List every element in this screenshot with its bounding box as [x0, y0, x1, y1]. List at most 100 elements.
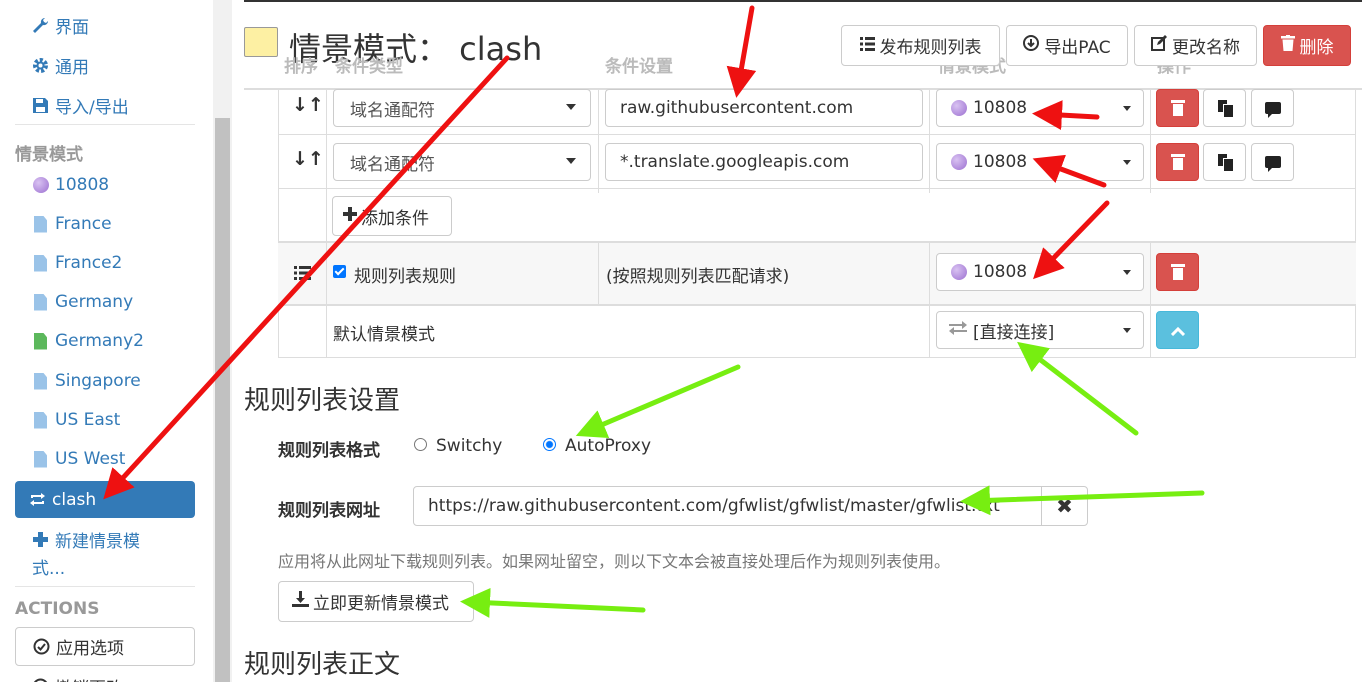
- discard-changes-button[interactable]: 撤销更改: [32, 674, 123, 682]
- rulelist-rule-desc: (按照规则列表匹配请求): [606, 267, 790, 287]
- sidebar-item-general[interactable]: 通用: [32, 53, 89, 78]
- sidebar-item-label: clash: [52, 489, 97, 510]
- table-col-line: [1150, 243, 1151, 304]
- profile-color-swatch[interactable]: [244, 27, 278, 57]
- actions-header: ACTIONS: [15, 599, 100, 619]
- sidebar-profile-clash[interactable]: clash: [15, 481, 195, 518]
- rulelist-url-input[interactable]: https://raw.githubusercontent.com/gfwlis…: [413, 486, 1042, 526]
- rename-profile-label: 更改名称: [1172, 38, 1240, 58]
- file-icon: [32, 372, 49, 390]
- condition-input[interactable]: *.translate.googleapis.com: [605, 143, 923, 181]
- trash-icon: [1170, 264, 1185, 280]
- globe-icon: [951, 264, 967, 280]
- chevron-down-icon: [1123, 160, 1131, 165]
- globe-icon: [951, 154, 967, 170]
- sidebar: 界面 通用 导入/导出 情景模式 10808 France France2 Ge…: [0, 0, 213, 682]
- chevron-down-icon: [1123, 106, 1131, 111]
- format-switchy-label[interactable]: Switchy: [436, 436, 502, 456]
- rulelist-settings-heading: 规则列表设置: [244, 386, 401, 416]
- condition-input[interactable]: raw.githubusercontent.com: [605, 89, 923, 127]
- sidebar-scroll-thumb[interactable]: [215, 118, 230, 682]
- sidebar-item-import-export[interactable]: 导入/导出: [32, 93, 129, 118]
- rulelist-profile-select[interactable]: 10808: [936, 253, 1144, 291]
- result-profile-select[interactable]: 10808: [936, 89, 1144, 127]
- table-row-line: [278, 188, 1356, 189]
- options-page: 界面 通用 导入/导出 情景模式 10808 France France2 Ge…: [0, 0, 1362, 682]
- table-col-line: [929, 88, 930, 193]
- default-profile-select[interactable]: [直接连接]: [936, 311, 1144, 349]
- sidebar-item-label: Germany2: [55, 331, 144, 351]
- sidebar-profile-singapore[interactable]: Singapore: [32, 371, 141, 391]
- export-pac-button[interactable]: 导出PAC: [1006, 25, 1128, 66]
- new-profile-label: 新建情景模: [55, 532, 140, 552]
- sidebar-item-label: Germany: [55, 292, 134, 312]
- result-profile-select[interactable]: 10808: [936, 143, 1144, 181]
- sidebar-profile-10808[interactable]: 10808: [32, 175, 109, 195]
- trash-icon: [1170, 100, 1185, 116]
- clear-url-button[interactable]: ✖: [1041, 486, 1088, 526]
- note-rule-button[interactable]: [1251, 143, 1294, 181]
- delete-rulelist-button[interactable]: [1156, 253, 1199, 291]
- collapse-button[interactable]: [1156, 311, 1199, 349]
- profiles-header: 情景模式: [15, 145, 83, 165]
- rename-profile-button[interactable]: 更改名称: [1134, 25, 1257, 66]
- condition-type-select[interactable]: 域名通配符: [333, 89, 591, 127]
- result-profile-value: 10808: [973, 152, 1028, 172]
- apply-options-button[interactable]: 应用选项: [15, 627, 195, 666]
- rulelist-format-label: 规则列表格式: [278, 441, 380, 461]
- default-profile-value: [直接连接]: [973, 322, 1055, 343]
- delete-rule-button[interactable]: [1156, 143, 1199, 181]
- export-pac-label: 导出PAC: [1044, 38, 1111, 58]
- add-condition-label: 添加条件: [361, 208, 429, 229]
- condition-type-select[interactable]: 域名通配符: [333, 143, 591, 181]
- sidebar-item-label: Singapore: [55, 371, 141, 391]
- sidebar-profile-france[interactable]: France: [32, 214, 112, 234]
- format-autoproxy-radio[interactable]: [543, 438, 556, 451]
- sort-handle-icon[interactable]: ↓↑: [292, 94, 324, 116]
- sidebar-profile-germany[interactable]: Germany: [32, 292, 133, 312]
- sidebar-item-label: 界面: [55, 18, 89, 38]
- add-condition-button[interactable]: 添加条件: [332, 196, 452, 236]
- sidebar-item-label: France2: [55, 253, 123, 273]
- sidebar-profile-us-east[interactable]: US East: [32, 410, 120, 430]
- sidebar-item-interface[interactable]: 界面: [32, 13, 89, 38]
- chevron-down-icon: [566, 104, 576, 110]
- undo-icon: [32, 678, 49, 682]
- table-col-line: [326, 88, 327, 358]
- new-profile-label-cont[interactable]: 式...: [32, 554, 65, 579]
- sidebar-profile-germany2[interactable]: Germany2: [32, 331, 144, 351]
- rulelist-help-text: 应用将从此网址下载规则列表。如果网址留空，则以下文本会被直接处理后作为规则列表使…: [278, 552, 951, 571]
- page-title: 情景模式： clash: [289, 30, 543, 68]
- chevron-down-icon: [1123, 328, 1131, 333]
- sort-handle-icon[interactable]: ↓↑: [292, 148, 324, 170]
- rulelist-enable-checkbox[interactable]: [333, 265, 346, 278]
- format-switchy-radio[interactable]: [414, 438, 427, 451]
- chevron-down-icon: [1123, 270, 1131, 275]
- col-header-sort: 排序: [284, 57, 318, 77]
- table-col-line: [598, 88, 599, 193]
- sidebar-profile-france2[interactable]: France2: [32, 253, 122, 273]
- delete-profile-button[interactable]: 删除: [1263, 25, 1351, 66]
- clone-rule-button[interactable]: [1203, 143, 1246, 181]
- format-autoproxy-label[interactable]: AutoProxy: [565, 436, 651, 456]
- switch-icon: [29, 491, 46, 508]
- sidebar-divider: [15, 124, 195, 125]
- clone-rule-button[interactable]: [1203, 89, 1246, 127]
- publish-rulelist-button[interactable]: 发布规则列表: [841, 25, 1000, 66]
- sidebar-item-label: 通用: [55, 58, 89, 78]
- note-rule-button[interactable]: [1251, 89, 1294, 127]
- sidebar-divider: [15, 586, 195, 587]
- sidebar-profile-us-west[interactable]: US West: [32, 449, 125, 469]
- chevron-up-icon: [1170, 321, 1185, 340]
- delete-rule-button[interactable]: [1156, 89, 1199, 127]
- file-icon: [32, 215, 49, 233]
- update-profile-button[interactable]: 立即更新情景模式: [278, 581, 474, 622]
- table-col-line: [326, 243, 327, 304]
- new-profile-link[interactable]: 新建情景模: [32, 527, 140, 552]
- floppy-icon: [32, 97, 49, 114]
- globe-icon: [951, 100, 967, 116]
- sidebar-item-label: 导入/导出: [55, 98, 129, 118]
- top-edge-line: [244, 0, 1362, 2]
- rulelist-icon: [294, 265, 311, 284]
- transfer-icon: [949, 320, 967, 340]
